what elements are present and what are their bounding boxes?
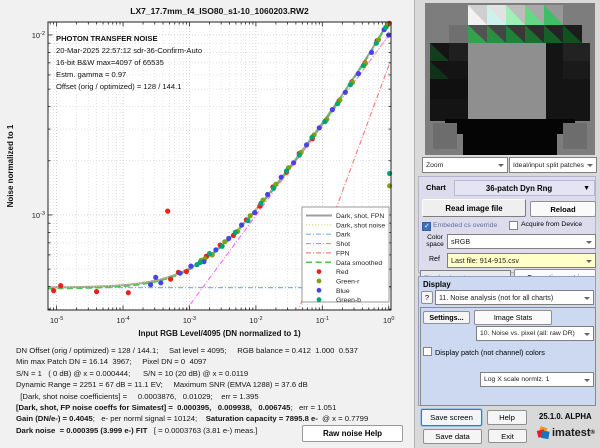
svg-text:Offset (orig / optimized) = 12: Offset (orig / optimized) = 128 / 144.1 (56, 82, 181, 91)
svg-text:10-4: 10-4 (116, 316, 129, 325)
svg-text:10-1: 10-1 (316, 316, 329, 325)
control-panel: Zoom Ideal/input split patches Chart 36-… (414, 0, 600, 448)
patch-view-value: Ideal/input split patches (513, 161, 585, 169)
photon-transfer-chart: 10-5 10-4 10-3 10-2 10-1 100 10-2 10-3 LX7_17.7m… (6, 6, 394, 338)
svg-text:Input RGB Level/4095 (DN norm: Input RGB Level/4095 (DN normalized to 1… (138, 329, 301, 338)
stats-line: [Dark, shot noise coefficients] = 0.0003… (16, 391, 259, 401)
imatest-wordmark: imatest (552, 427, 591, 439)
figure-area: 10-5 10-4 10-3 10-2 10-1 100 10-2 10-3 LX7_17.7m… (0, 0, 414, 448)
log-x-scale-dropdown[interactable]: Log X scale normlz. 1 (480, 372, 594, 387)
color-space-dropdown[interactable]: sRGB (447, 234, 596, 249)
svg-text:100: 100 (383, 316, 394, 325)
reload-button[interactable]: Reload (530, 201, 596, 217)
display-mode-value: 11. Noise analysis (not for all charts) (439, 293, 554, 302)
ref-file-dropdown[interactable]: Last file: 914-915.csv (447, 253, 596, 268)
svg-text:PHOTON TRANSFER NOISE: PHOTON TRANSFER NOISE (56, 34, 158, 43)
acquire-device-label: Acquire from Device (521, 221, 583, 228)
patch-view-dropdown[interactable]: Ideal/input split patches (509, 157, 597, 173)
svg-text:Green-b: Green-b (336, 297, 361, 304)
settings-button[interactable]: Settings... (423, 311, 470, 324)
noise-vs-pixel-value: 10. Noise vs. pixel (all: raw DR) (480, 330, 575, 337)
svg-text:LX7_17.7mm_f4_ISO80_s1-10_1060: LX7_17.7mm_f4_ISO80_s1-10_1060203.RW2 (130, 6, 309, 16)
patch-colors-checkbox[interactable] (423, 347, 432, 356)
zoom-mode-dropdown[interactable]: Zoom (422, 157, 508, 173)
stats-line: Dynamic Range = 2251 = 67 dB = 11.1 EV; … (16, 380, 308, 390)
help-button[interactable]: Help (487, 410, 527, 425)
save-screen-button[interactable]: Save screen (421, 409, 482, 426)
color-space-label: Color space (426, 234, 444, 248)
svg-text:Data smoothed: Data smoothed (336, 260, 382, 267)
registered-mark: ® (590, 430, 595, 436)
svg-text:Dark, shot, FPN: Dark, shot, FPN (336, 213, 384, 220)
zoom-mode-value: Zoom (426, 161, 444, 169)
svg-text:Estm. gamma = 0.97: Estm. gamma = 0.97 (56, 70, 126, 79)
svg-text:FPN: FPN (336, 250, 350, 257)
svg-text:16-bit B&W max=4097 of 65535: 16-bit B&W max=4097 of 65535 (56, 58, 164, 67)
embedded-cs-label: Embeded cs override (433, 222, 498, 229)
chart-image-thumbnail[interactable] (425, 3, 595, 155)
display-header: Display (423, 280, 451, 289)
svg-text:Dark, shot noise: Dark, shot noise (336, 222, 385, 229)
chart-label: Chart (426, 183, 446, 192)
save-data-button[interactable]: Save data (423, 429, 482, 444)
stats-line: S/N = 1 ( 0 dB) @ x = 0.000444; S/N = 10… (16, 368, 249, 378)
svg-text:Shot: Shot (336, 241, 350, 248)
log-x-scale-value: Log X scale normlz. 1 (484, 376, 550, 383)
display-help-button[interactable]: ? (421, 291, 433, 304)
stats-line: Min max Patch DN = 16.14 3967; Pixel DN … (16, 357, 207, 367)
stats-line: Gain (DN/e-) = 0.4045; e- per norml sign… (16, 414, 369, 424)
read-image-file-button[interactable]: Read image file (422, 199, 526, 217)
display-section: Display ? 11. Noise analysis (not for al… (418, 276, 596, 406)
ref-file-value: Last file: 914-915.csv (451, 256, 519, 265)
svg-text:10-3: 10-3 (32, 211, 45, 220)
chart-type-dropdown[interactable]: 36-patch Dyn Rng ▼ (454, 180, 595, 196)
ref-label: Ref (429, 256, 440, 263)
imatest-brand: imatest ® (536, 426, 595, 440)
embedded-cs-checkbox[interactable] (422, 222, 431, 231)
noise-stats-text: DN Offset (orig / optimized) = 128 / 144… (16, 345, 368, 436)
acquire-device-checkbox[interactable] (509, 221, 518, 230)
exit-button[interactable]: Exit (488, 429, 527, 443)
image-stats-button[interactable]: Image Stats (474, 310, 552, 325)
svg-text:20-Mar-2025 22:57:12 sdr-36-: 20-Mar-2025 22:57:12 sdr-36-Confirm-Auto (56, 46, 202, 55)
patch-colors-label: Display patch (not channel) colors (435, 348, 545, 357)
svg-text:10-3: 10-3 (183, 316, 196, 325)
svg-text:10-2: 10-2 (32, 31, 45, 40)
color-space-value: sRGB (451, 237, 471, 246)
noise-vs-pixel-dropdown[interactable]: 10. Noise vs. pixel (all: raw DR) (476, 326, 594, 341)
svg-text:Blue: Blue (336, 288, 350, 295)
stats-line: DN Offset (orig / optimized) = 128 / 144… (16, 346, 358, 355)
stats-line: [Dark, shot, FP noise coeffs for Simates… (16, 403, 337, 413)
svg-text:Green-r: Green-r (336, 278, 360, 285)
version-text: 25.1.0. ALPHA (539, 412, 592, 421)
svg-text:Noise normalized to 1: Noise normalized to 1 (6, 124, 15, 207)
svg-text:10-5: 10-5 (50, 316, 63, 325)
svg-text:10-2: 10-2 (249, 316, 262, 325)
chevron-down-icon: ▼ (583, 184, 590, 192)
svg-text:Red: Red (336, 269, 349, 276)
svg-text:Dark: Dark (336, 232, 351, 239)
imatest-logo-icon (536, 426, 550, 440)
chart-type-value: 36-patch Dyn Rng (485, 183, 553, 193)
chart-section: Chart 36-patch Dyn Rng ▼ Read image file… (418, 176, 596, 286)
display-mode-dropdown[interactable]: 11. Noise analysis (not for all charts) (435, 290, 594, 305)
display-options-box: Settings... Image Stats 10. Noise vs. pi… (420, 307, 596, 406)
raw-noise-help-button[interactable]: Raw noise Help (302, 425, 403, 442)
